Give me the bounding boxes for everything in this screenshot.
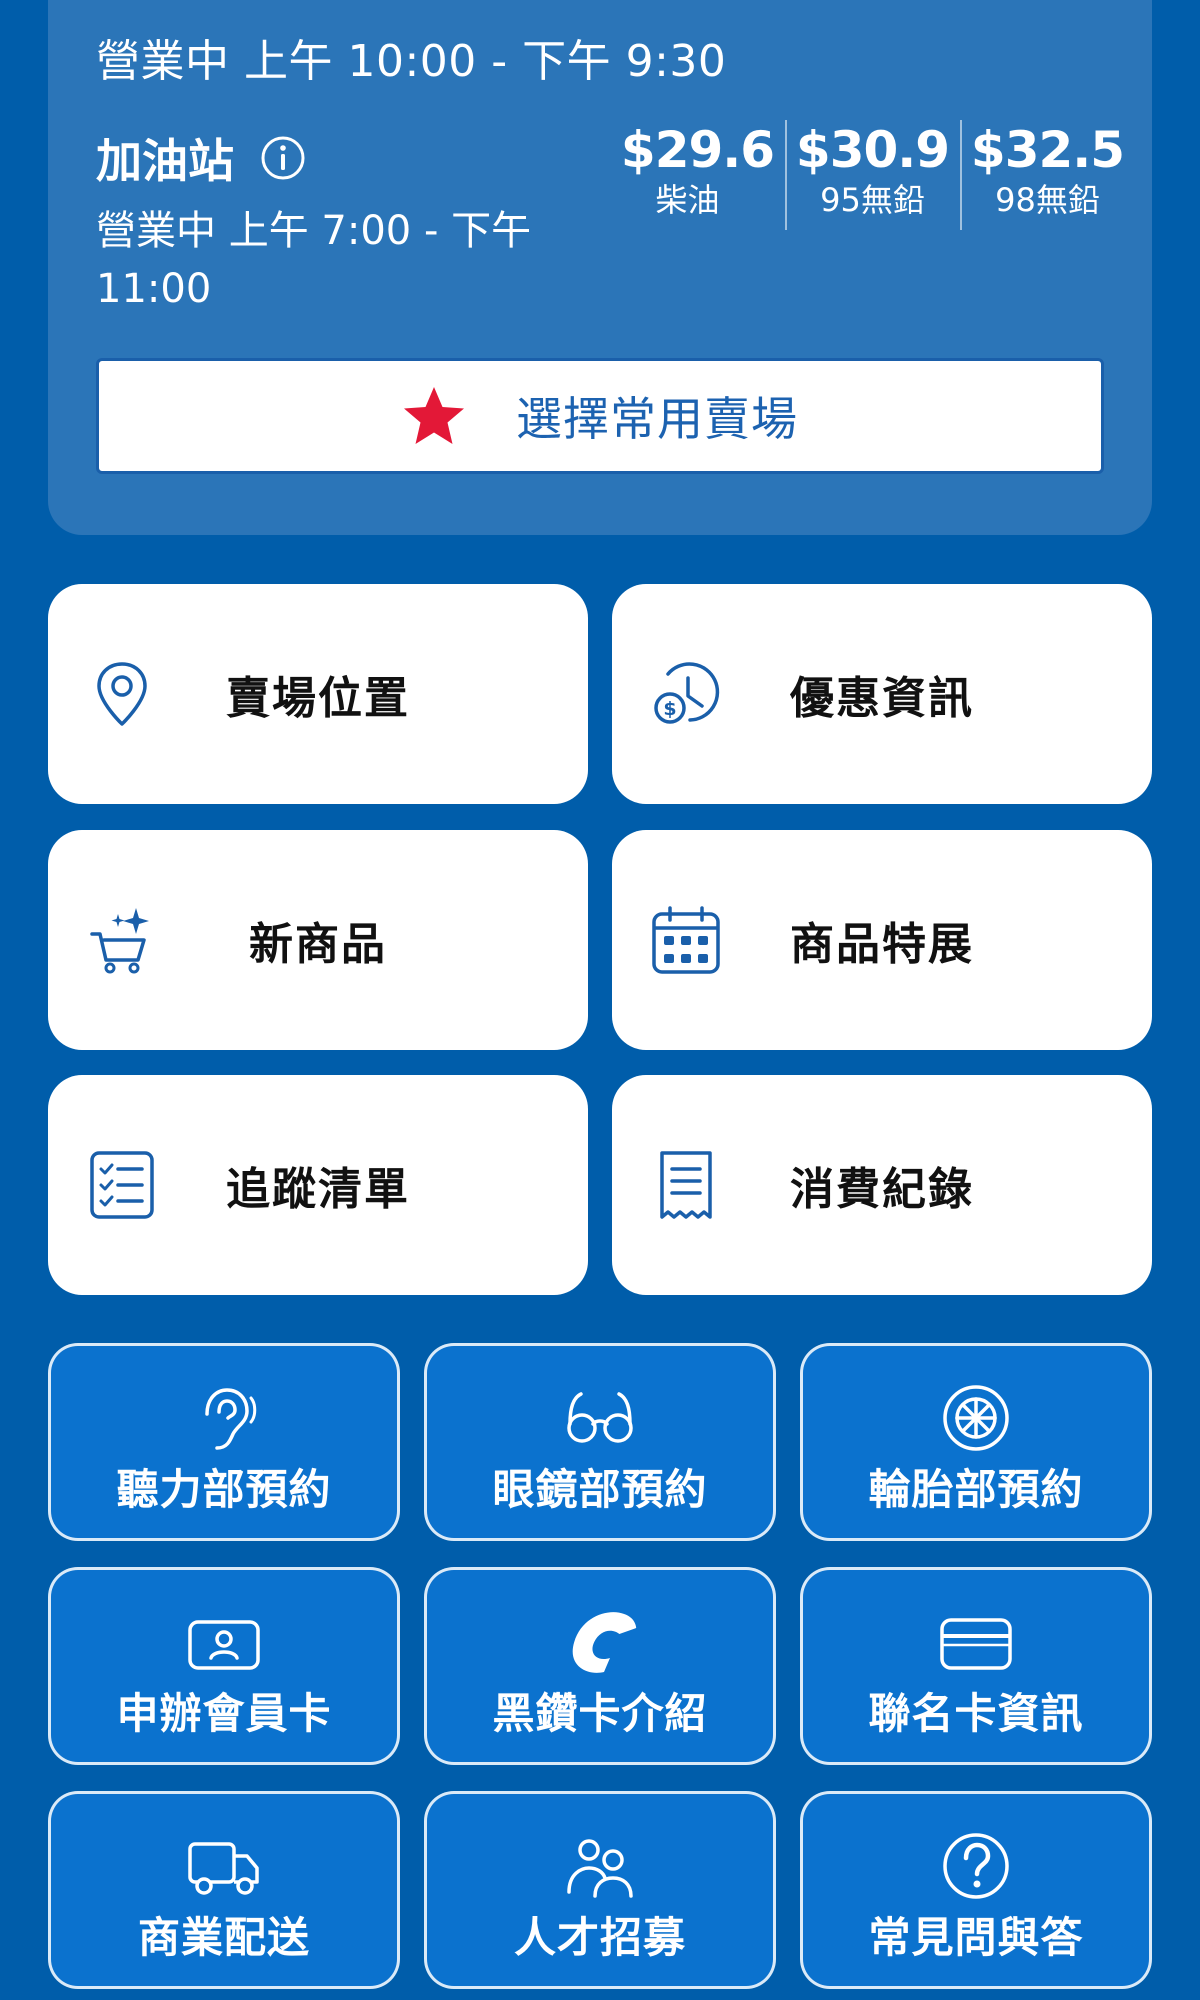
service-business-delivery[interactable]: 商業配送	[48, 1791, 400, 1989]
tile-label: 追蹤清單	[226, 1164, 410, 1215]
service-label: 黑鑽卡介紹	[492, 1689, 708, 1738]
price-grade: 98無鉛	[995, 181, 1100, 219]
member-card-icon	[188, 1620, 260, 1670]
credit-card-icon	[940, 1618, 1012, 1670]
service-recruitment[interactable]: 人才招募	[424, 1791, 776, 1989]
price-grade: 柴油	[655, 181, 720, 219]
price-amount: $32.5	[970, 121, 1125, 179]
gas-station-title: 加油站	[96, 134, 234, 188]
question-icon	[943, 1833, 1009, 1899]
service-executive-card-info[interactable]: 黑鑽卡介紹	[424, 1567, 776, 1765]
tire-icon	[943, 1385, 1009, 1451]
service-label: 人才招募	[513, 1913, 686, 1962]
tile-label: 賣場位置	[226, 673, 410, 724]
service-label: 常見問與答	[868, 1913, 1084, 1962]
gas-station-heading: 加油站	[96, 125, 306, 191]
tile-product-events[interactable]: 商品特展	[612, 830, 1152, 1050]
gas-prices: $29.6 柴油 $30.9 95無鉛 $32.5 98無鉛	[610, 120, 1135, 230]
service-label: 聯名卡資訊	[868, 1689, 1084, 1738]
gas-price-98: $32.5 98無鉛	[960, 120, 1135, 230]
service-label: 聽力部預約	[116, 1465, 332, 1514]
tile-label: 消費紀錄	[790, 1164, 974, 1215]
tile-promotions[interactable]: $ 優惠資訊	[612, 584, 1152, 804]
service-faq[interactable]: 常見問與答	[800, 1791, 1152, 1989]
delivery-truck-icon	[188, 1842, 259, 1895]
service-label: 商業配送	[137, 1913, 310, 1962]
ear-icon	[205, 1388, 257, 1450]
gas-station-hours: 營業中 上午 7:00 - 下午 11:00	[96, 208, 532, 312]
tile-purchase-history[interactable]: 消費紀錄	[612, 1075, 1152, 1295]
costco-c-icon	[572, 1612, 637, 1673]
tile-warehouse-location[interactable]: 賣場位置	[48, 584, 588, 804]
info-icon[interactable]	[260, 135, 306, 181]
service-label: 申辦會員卡	[116, 1689, 332, 1738]
service-hearing-appointment[interactable]: 聽力部預約	[48, 1343, 400, 1541]
tile-label: 商品特展	[790, 919, 974, 970]
gas-price-diesel: $29.6 柴油	[610, 120, 785, 222]
star-icon	[404, 387, 464, 444]
service-label: 眼鏡部預約	[492, 1465, 708, 1514]
glasses-icon	[567, 1392, 633, 1443]
service-optical-appointment[interactable]: 眼鏡部預約	[424, 1343, 776, 1541]
warehouse-hours: 營業中 上午 10:00 - 下午 9:30	[96, 36, 727, 87]
select-favorite-warehouse-label: 選擇常用賣場	[516, 392, 798, 446]
tile-label: 優惠資訊	[790, 673, 974, 724]
people-icon	[567, 1839, 633, 1898]
gas-price-95: $30.9 95無鉛	[785, 120, 960, 230]
select-favorite-warehouse-button[interactable]: 選擇常用賣場	[96, 358, 1104, 474]
tile-new-products[interactable]: 新商品	[48, 830, 588, 1050]
service-membership-signup[interactable]: 申辦會員卡	[48, 1567, 400, 1765]
service-tire-appointment[interactable]: 輪胎部預約	[800, 1343, 1152, 1541]
tile-watch-list[interactable]: 追蹤清單	[48, 1075, 588, 1295]
service-co-brand-card-info[interactable]: 聯名卡資訊	[800, 1567, 1152, 1765]
price-grade: 95無鉛	[820, 181, 925, 219]
service-label: 輪胎部預約	[868, 1465, 1084, 1514]
price-amount: $29.6	[620, 121, 775, 179]
warehouse-info-card: 營業中 上午 10:00 - 下午 9:30 加油站 營業中 上午 7:00 -…	[48, 0, 1152, 535]
tile-label: 新商品	[249, 919, 387, 970]
price-amount: $30.9	[795, 121, 950, 179]
